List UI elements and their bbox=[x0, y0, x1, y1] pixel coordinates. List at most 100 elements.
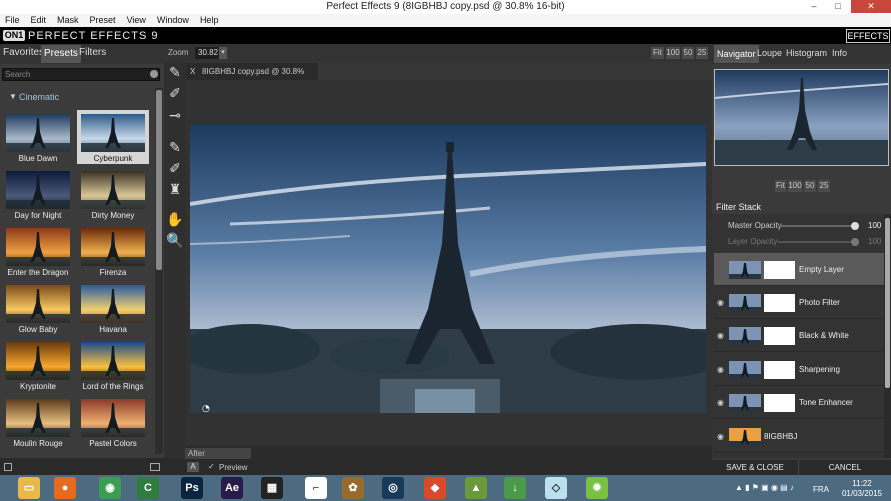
layer-mask-thumbnail[interactable] bbox=[764, 294, 795, 312]
category-cinematic[interactable]: ▼ Cinematic bbox=[0, 88, 155, 104]
menu-view[interactable]: View bbox=[122, 14, 152, 25]
preset-scrollbar-thumb[interactable] bbox=[156, 90, 162, 270]
filter-layer[interactable]: ◉ Tone Enhancer bbox=[714, 386, 884, 419]
zoom-fit-button[interactable]: Fit bbox=[651, 47, 664, 59]
cancel-button[interactable]: CANCEL bbox=[798, 460, 891, 475]
menu-window[interactable]: Window bbox=[152, 14, 195, 25]
after-effects-icon[interactable]: Ae bbox=[221, 477, 243, 499]
layer-mask-thumbnail[interactable] bbox=[764, 327, 795, 345]
mask-brush-tool-icon[interactable]: ✐ bbox=[166, 84, 184, 102]
visibility-eye-icon[interactable]: ◉ bbox=[717, 298, 724, 307]
flame-app-icon[interactable]: ◆ bbox=[424, 477, 446, 499]
chrome-icon[interactable]: ◉ bbox=[99, 477, 121, 499]
preset-item[interactable]: Glow Baby bbox=[2, 281, 74, 335]
layer-mask-thumbnail[interactable] bbox=[764, 361, 795, 379]
tab-presets[interactable]: Presets bbox=[41, 45, 81, 63]
minimize-button[interactable]: – bbox=[802, 0, 826, 13]
filter-layer[interactable]: ◉ Black & White bbox=[714, 319, 884, 352]
tab-info[interactable]: Info bbox=[832, 48, 847, 58]
camtasia-icon[interactable]: C bbox=[137, 477, 159, 499]
view-mode-select[interactable]: After bbox=[185, 448, 251, 459]
master-opacity-slider[interactable] bbox=[778, 225, 856, 227]
preset-item[interactable]: Lord of the Rings bbox=[77, 338, 149, 392]
zoom-100-button[interactable]: 100 bbox=[666, 47, 680, 59]
filter-layer[interactable]: Empty Layer bbox=[714, 253, 884, 286]
layer-opacity-slider[interactable] bbox=[778, 241, 856, 243]
filter-layer[interactable]: ◉ 8IGBHBJ bbox=[714, 420, 884, 453]
clone-stamp-icon[interactable]: ♜ bbox=[166, 180, 184, 198]
preset-item[interactable]: Dirty Money bbox=[77, 167, 149, 221]
firefox-icon[interactable]: ● bbox=[54, 477, 76, 499]
visibility-eye-icon[interactable]: ◉ bbox=[717, 432, 724, 441]
notes-icon[interactable]: ◇ bbox=[545, 477, 567, 499]
gradient-tool-icon[interactable]: ⊸ bbox=[166, 106, 184, 124]
navigator-preview[interactable] bbox=[714, 69, 889, 166]
maximize-button[interactable]: □ bbox=[826, 0, 850, 13]
perfect-effects-icon[interactable]: ✹ bbox=[586, 477, 608, 499]
file-explorer-icon[interactable]: ▭ bbox=[18, 477, 40, 499]
nav-100-button[interactable]: 100 bbox=[788, 180, 802, 192]
download-icon[interactable]: ↓ bbox=[504, 477, 526, 499]
preview-checkbox[interactable]: ✓ bbox=[208, 462, 215, 471]
clock[interactable]: 11:22 01/03/2015 bbox=[836, 479, 888, 499]
preset-search-input[interactable]: Search bbox=[2, 68, 160, 81]
visibility-eye-icon[interactable]: ◉ bbox=[717, 331, 724, 340]
document-tab[interactable]: X 8IGBHBJ copy.psd @ 30.8% 16-bit bbox=[186, 63, 318, 93]
photoshop-icon[interactable]: Ps bbox=[181, 477, 203, 499]
menu-mask[interactable]: Mask bbox=[52, 14, 85, 25]
tab-filters[interactable]: Filters bbox=[76, 47, 109, 58]
perfect-eraser-icon[interactable]: ✐ bbox=[166, 159, 184, 177]
zoom-dropdown-icon[interactable]: ▾ bbox=[219, 47, 227, 59]
effects-button[interactable]: EFFECTS bbox=[846, 29, 890, 43]
preset-item[interactable]: Pastel Colors bbox=[77, 395, 149, 449]
grid-view-icon[interactable] bbox=[4, 463, 12, 471]
close-button[interactable]: ✕ bbox=[851, 0, 891, 13]
zoom-50-button[interactable]: 50 bbox=[682, 47, 694, 59]
preset-item[interactable]: Enter the Dragon bbox=[2, 224, 74, 278]
nav-fit-button[interactable]: Fit bbox=[775, 180, 786, 192]
photo-canvas[interactable]: ◔ bbox=[190, 124, 706, 413]
nav-25-button[interactable]: 25 bbox=[818, 180, 830, 192]
tab-loupe[interactable]: Loupe bbox=[757, 48, 782, 58]
cinema4d-icon[interactable]: ◎ bbox=[382, 477, 404, 499]
close-document-icon[interactable]: X bbox=[190, 63, 195, 80]
film-icon[interactable]: ▦ bbox=[261, 477, 283, 499]
menu-file[interactable]: File bbox=[0, 14, 26, 25]
game-app-icon[interactable]: ✿ bbox=[342, 477, 364, 499]
preset-item[interactable]: Kryptonite bbox=[2, 338, 74, 392]
brush-tool-icon[interactable]: ✎ bbox=[166, 63, 184, 81]
layer-mask-thumbnail[interactable] bbox=[764, 261, 795, 279]
hand-tool-icon[interactable]: ✋ bbox=[166, 210, 184, 228]
filter-layer[interactable]: ◉ Sharpening bbox=[714, 353, 884, 386]
filter-stack-scrollbar-thumb[interactable] bbox=[885, 218, 890, 388]
list-view-icon[interactable] bbox=[150, 463, 160, 471]
language-indicator[interactable]: FRA bbox=[813, 485, 829, 494]
compare-button[interactable]: A bbox=[187, 462, 199, 472]
save-close-button[interactable]: SAVE & CLOSE bbox=[712, 460, 798, 475]
menu-preset[interactable]: Preset bbox=[85, 14, 122, 25]
menu-help[interactable]: Help bbox=[195, 14, 225, 25]
bracket-app-icon[interactable]: ⌐ bbox=[305, 477, 327, 499]
preset-item[interactable]: Havana bbox=[77, 281, 149, 335]
filter-layer[interactable]: ◉ Photo Filter bbox=[714, 286, 884, 319]
preset-item[interactable]: Firenza bbox=[77, 224, 149, 278]
preset-item[interactable]: Day for Night bbox=[2, 167, 74, 221]
nav-50-button[interactable]: 50 bbox=[804, 180, 816, 192]
android-icon[interactable]: ▲ bbox=[465, 477, 487, 499]
retouch-brush-icon[interactable]: ✎ bbox=[166, 138, 184, 156]
layer-mask-thumbnail[interactable] bbox=[764, 394, 795, 412]
preset-item[interactable]: Blue Dawn bbox=[2, 110, 74, 164]
tab-navigator[interactable]: Navigator bbox=[714, 45, 759, 63]
zoom-tool-icon[interactable]: 🔍 bbox=[166, 231, 184, 249]
tab-histogram[interactable]: Histogram bbox=[786, 48, 827, 58]
zoom-25-button[interactable]: 25 bbox=[696, 47, 708, 59]
visibility-eye-icon[interactable]: ◉ bbox=[717, 365, 724, 374]
system-tray-icons[interactable]: ▲ ▮ ⚑ ▣ ◉ ▤ ♪ bbox=[735, 483, 794, 492]
search-clear-icon[interactable] bbox=[150, 70, 158, 78]
visibility-eye-icon[interactable]: ◉ bbox=[717, 398, 724, 407]
layer-opacity-knob[interactable] bbox=[851, 238, 859, 246]
preset-item[interactable]: Moulin Rouge bbox=[2, 395, 74, 449]
menu-edit[interactable]: Edit bbox=[26, 14, 53, 25]
preset-item[interactable]: Cyberpunk bbox=[77, 110, 149, 164]
master-opacity-knob[interactable] bbox=[851, 222, 859, 230]
